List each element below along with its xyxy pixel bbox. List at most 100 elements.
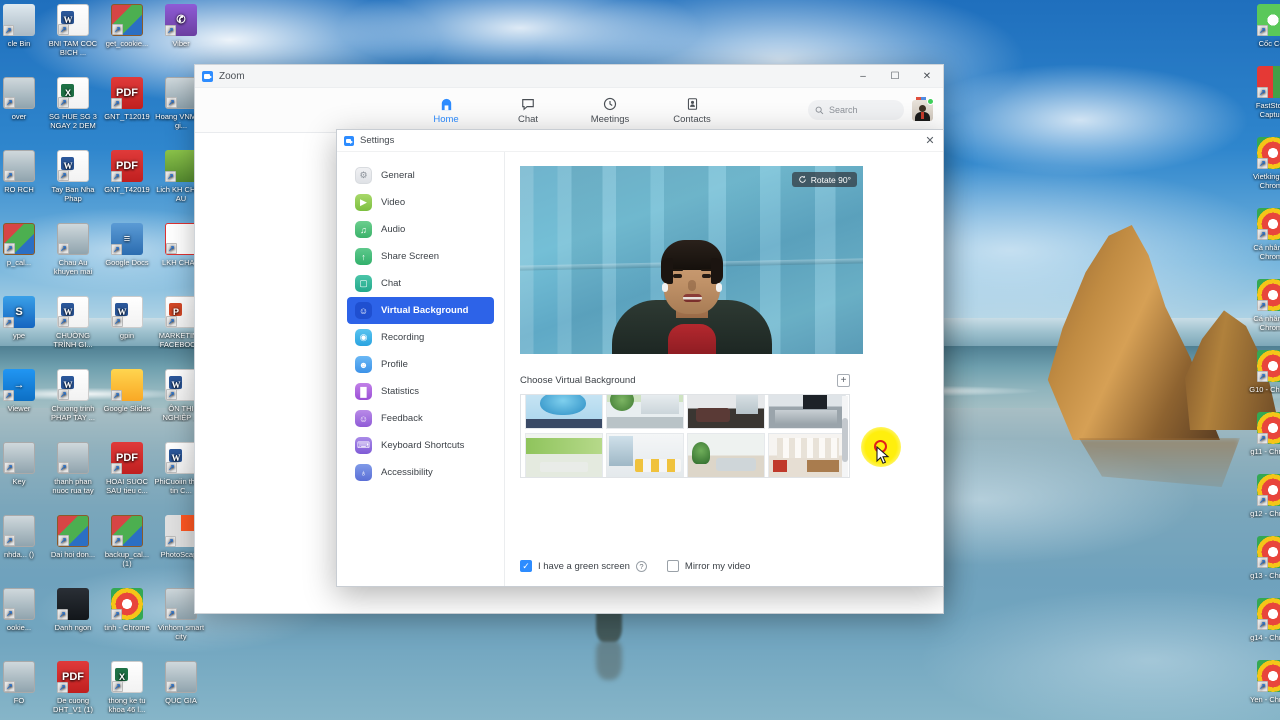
desktop-icon[interactable]: ↗ over bbox=[0, 77, 46, 130]
sidebar-item-virtual-background[interactable]: ☺ Virtual Background bbox=[347, 297, 494, 324]
desktop-icon[interactable]: ↗ get_cookie... bbox=[100, 4, 154, 57]
desktop-icon[interactable]: W ↗ Tay Ban Nha Phap bbox=[46, 150, 100, 203]
sidebar-item-label: Video bbox=[381, 197, 406, 208]
desktop-icon[interactable]: X ↗ SG HUE SG 3 NGAY 2 DEM bbox=[46, 77, 100, 130]
desktop-icon-label: Google Docs bbox=[105, 258, 149, 267]
desktop-icon[interactable]: ↗ ookie... bbox=[0, 588, 46, 641]
desktop-icon-label: Viewer bbox=[7, 404, 31, 413]
desktop-icon[interactable]: S ↗ ype bbox=[0, 296, 46, 349]
minimize-button[interactable]: – bbox=[847, 65, 879, 88]
desktop-icon[interactable]: → ↗ Viewer bbox=[0, 369, 46, 422]
desktop-icon[interactable]: PDF ↗ GNT_T42019 bbox=[100, 150, 154, 203]
desktop-icon[interactable]: PDF ↗ De cuong DHT_V1 (1) bbox=[46, 661, 100, 714]
desktop-icon[interactable]: X ↗ thong ke tu khoa 46 l... bbox=[100, 661, 154, 714]
desktop-icon[interactable]: ↗ G10 - Chrome bbox=[1246, 350, 1280, 394]
desktop-icon[interactable]: PDF ↗ HOAI SUOC SAU tieu c... bbox=[100, 442, 154, 495]
desktop-icon[interactable]: ↗ g14 - Chrome bbox=[1246, 598, 1280, 642]
sidebar-item-label: Recording bbox=[381, 332, 425, 343]
avatar[interactable] bbox=[912, 96, 934, 121]
background-thumbnail-dark-living-room[interactable] bbox=[687, 395, 765, 429]
desktop-icon[interactable]: ↗ thanh phan nuoc rua tay bbox=[46, 442, 100, 495]
desktop-icon[interactable]: W ↗ BNI TAM COC BICH ... bbox=[46, 4, 100, 57]
sidebar-item-accessibility[interactable]: ♁ Accessibility bbox=[347, 459, 494, 486]
desktop-icon[interactable]: ↗ Google Slides bbox=[100, 369, 154, 422]
desktop-icon[interactable]: ↗ g13 - Chrome bbox=[1246, 536, 1280, 580]
desktop-icon[interactable]: ↗ Cốc Cốc bbox=[1246, 4, 1280, 48]
desktop-icon[interactable]: ↗ FastStone Capture bbox=[1246, 66, 1280, 119]
search-input[interactable]: Search bbox=[808, 100, 904, 120]
background-thumbnail-white-conference-room[interactable] bbox=[606, 433, 684, 477]
desktop-icon[interactable]: ✆ ↗ Viber bbox=[154, 4, 208, 57]
desktop-icon[interactable]: ↗ Key bbox=[0, 442, 46, 495]
record-circle-icon: ◉ bbox=[355, 329, 372, 346]
sidebar-item-general[interactable]: ⚙ General bbox=[347, 162, 494, 189]
background-thumbnail-bright-living-room[interactable] bbox=[687, 433, 765, 477]
desktop-icon[interactable]: PDF ↗ GNT_T12019 bbox=[100, 77, 154, 130]
sidebar-item-video[interactable]: ▶ Video bbox=[347, 189, 494, 216]
sidebar-item-feedback[interactable]: ☺ Feedback bbox=[347, 405, 494, 432]
checkbox-green-screen[interactable]: ✓ bbox=[520, 560, 532, 572]
desktop-icon[interactable]: ↗ nhda... () bbox=[0, 515, 46, 568]
option-mirror-video[interactable]: Mirror my video bbox=[666, 560, 750, 572]
desktop-icon[interactable]: ↗ QUC GIA bbox=[154, 661, 208, 714]
desktop-icon[interactable]: ↗ Dai hoi don... bbox=[46, 515, 100, 568]
thumbnail-scrollbar-thumb[interactable] bbox=[842, 418, 848, 462]
desktop-icon[interactable]: ↗ tinh - Chrome bbox=[100, 588, 154, 641]
desktop-icon[interactable]: ↗ RO RCH bbox=[0, 150, 46, 203]
sidebar-item-recording[interactable]: ◉ Recording bbox=[347, 324, 494, 351]
tab-chat[interactable]: Chat bbox=[500, 96, 556, 125]
sidebar-item-statistics[interactable]: █ Statistics bbox=[347, 378, 494, 405]
background-thumbnail-office-workstation[interactable] bbox=[768, 395, 846, 429]
shortcut-arrow-icon: ↗ bbox=[3, 317, 14, 328]
sidebar-item-audio[interactable]: ♫ Audio bbox=[347, 216, 494, 243]
desktop-icon[interactable]: ↗ g12 - Chrome bbox=[1246, 474, 1280, 518]
close-button[interactable]: ✕ bbox=[911, 65, 943, 88]
option-green-screen[interactable]: ✓ I have a green screen? bbox=[520, 560, 647, 572]
background-thumbnail-green-meeting-room[interactable] bbox=[525, 433, 603, 477]
avatar-head bbox=[919, 104, 926, 112]
person-hair-left bbox=[660, 258, 673, 284]
coccoc-browser-icon: ↗ bbox=[1257, 4, 1280, 36]
maximize-button[interactable]: ☐ bbox=[879, 65, 911, 88]
shortcut-arrow-icon: ↗ bbox=[112, 316, 123, 327]
desktop-icon[interactable]: W ↗ gpin bbox=[100, 296, 154, 349]
desktop-icon[interactable]: ↗ g11 - Chrome bbox=[1246, 412, 1280, 456]
sidebar-item-label: Chat bbox=[381, 278, 402, 289]
sidebar-item-share-screen[interactable]: ↑ Share Screen bbox=[347, 243, 494, 270]
background-thumbnail-blue-pool-presentation[interactable] bbox=[525, 395, 603, 429]
sidebar-item-keyboard-shortcuts[interactable]: ⌨ Keyboard Shortcuts bbox=[347, 432, 494, 459]
desktop-icon[interactable]: ↗ Chau Au khuyen mai bbox=[46, 223, 100, 276]
person-hair-right bbox=[710, 258, 723, 284]
desktop-icon[interactable]: ↗ Vietkingtra - Chrome bbox=[1246, 137, 1280, 190]
background-thumbnail-list[interactable] bbox=[520, 394, 850, 478]
rotate-90-button[interactable]: Rotate 90° bbox=[791, 172, 857, 187]
sidebar-item-profile[interactable]: ☻ Profile bbox=[347, 351, 494, 378]
desktop-icon[interactable]: ↗ p_cal... bbox=[0, 223, 46, 276]
desktop-icon[interactable]: ↗ Cá nhân 2 - Chrome bbox=[1246, 208, 1280, 261]
desktop-icon[interactable]: ↗ Cá nhân 3 - Chrome bbox=[1246, 279, 1280, 332]
checkbox-mirror-video[interactable] bbox=[666, 560, 679, 572]
desktop-icon[interactable]: ↗ backup_cal... (1) bbox=[100, 515, 154, 568]
tab-contacts[interactable]: Contacts bbox=[664, 96, 720, 125]
background-thumbnail-modern-building-exterior[interactable] bbox=[606, 395, 684, 429]
settings-close-button[interactable]: ✕ bbox=[917, 130, 943, 152]
tab-home[interactable]: Home bbox=[418, 96, 474, 125]
desktop-icon-label: Cá nhân 2 - Chrome bbox=[1253, 243, 1280, 261]
desktop-icon-label: thong ke tu khoa 46 l... bbox=[108, 696, 146, 714]
desktop-icon-label: Viber bbox=[172, 39, 190, 48]
desktop-icon[interactable]: ≡ ↗ Google Docs bbox=[100, 223, 154, 276]
sidebar-item-chat[interactable]: ▢ Chat bbox=[347, 270, 494, 297]
desktop-icon[interactable]: ↗ Danh ngon bbox=[46, 588, 100, 641]
background-thumbnail-open-plan-office[interactable] bbox=[768, 433, 846, 477]
desktop-icon-label: Danh ngon bbox=[54, 623, 92, 632]
chrome-shortcut-icon: ↗ bbox=[1257, 598, 1280, 630]
desktop-icon[interactable]: W ↗ CHUỜNG TRÌNH GI... bbox=[46, 296, 100, 349]
desktop-icon[interactable]: ↗ FO bbox=[0, 661, 46, 714]
add-background-button[interactable]: + bbox=[837, 374, 850, 387]
desktop-icon[interactable]: W ↗ Chuong trinh PHAP TAY ... bbox=[46, 369, 100, 422]
desktop-icon[interactable]: ↗ cle Bin bbox=[0, 4, 46, 57]
desktop-icon[interactable]: ↗ Yen - Chrome bbox=[1246, 660, 1280, 704]
tab-meetings[interactable]: Meetings bbox=[582, 96, 638, 125]
thumbnail-scrollbar[interactable] bbox=[842, 396, 848, 477]
help-icon[interactable]: ? bbox=[635, 560, 647, 572]
